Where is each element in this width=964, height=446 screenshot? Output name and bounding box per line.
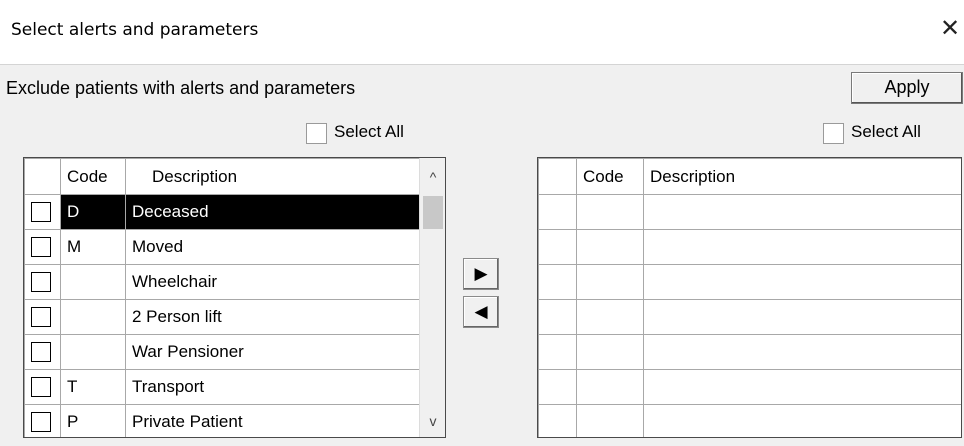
table-row[interactable] [538,229,961,265]
row-checkbox[interactable] [31,272,51,293]
row-code [60,334,126,370]
empty-cell [643,264,961,300]
table-row[interactable]: M Moved [24,229,421,265]
select-alerts-dialog: Select alerts and parameters ✕ Exclude p… [0,0,964,446]
row-checkbox[interactable] [31,202,51,223]
empty-cell [576,264,644,300]
left-header-description[interactable]: Description [125,158,421,195]
empty-cell [538,264,577,300]
right-header-row: Code Description [538,158,961,195]
row-checkbox[interactable] [31,307,51,328]
right-select-all-label: Select All [851,122,921,141]
empty-cell [576,334,644,370]
left-select-all[interactable]: Select All [306,121,430,147]
empty-cell [576,404,644,437]
row-description: War Pensioner [125,334,421,370]
row-code: P [60,404,126,437]
row-description: Deceased [125,194,421,230]
row-checkbox[interactable] [31,412,51,433]
row-code: M [60,229,126,265]
table-row[interactable]: Wheelchair [24,264,421,300]
row-checkbox-cell[interactable] [24,194,61,230]
row-description: Wheelchair [125,264,421,300]
empty-cell [576,299,644,335]
section-heading: Exclude patients with alerts and paramet… [6,78,356,98]
title-bar: Select alerts and parameters ✕ [0,0,964,65]
empty-cell [643,334,961,370]
table-row[interactable]: D Deceased [24,194,421,230]
table-row[interactable]: T Transport [24,369,421,405]
table-row[interactable] [538,369,961,405]
row-checkbox-cell[interactable] [24,299,61,335]
row-checkbox-cell[interactable] [24,334,61,370]
scroll-thumb[interactable] [423,196,443,229]
table-row[interactable]: P Private Patient [24,404,421,437]
table-row[interactable] [538,194,961,230]
table-row[interactable]: War Pensioner [24,334,421,370]
empty-cell [576,229,644,265]
scroll-down-icon[interactable]: v [420,410,445,432]
empty-cell [538,299,577,335]
left-vertical-scrollbar[interactable]: ^ v [419,158,445,437]
left-header-checkbox-col [24,158,61,195]
empty-cell [643,299,961,335]
window-title: Select alerts and parameters [11,20,259,40]
row-checkbox-cell[interactable] [24,264,61,300]
left-alerts-grid[interactable]: Code Description D Deceased M Moved Wheelcha… [23,157,446,438]
right-excluded-grid[interactable]: Code Description [537,157,962,438]
empty-cell [538,404,577,437]
empty-cell [538,334,577,370]
row-code: D [60,194,126,230]
apply-button[interactable]: Apply [851,72,963,104]
left-header-code[interactable]: Code [60,158,126,195]
right-header-code[interactable]: Code [576,158,644,195]
move-right-icon[interactable]: ▶ [463,258,499,290]
left-header-row: Code Description [24,158,421,195]
empty-cell [643,229,961,265]
left-alerts-table: Code Description D Deceased M Moved Wheelcha… [24,158,421,437]
row-checkbox[interactable] [31,342,51,363]
left-select-all-label: Select All [334,122,404,141]
right-header-checkbox-col [538,158,577,195]
empty-cell [576,369,644,405]
row-description: Private Patient [125,404,421,437]
row-checkbox[interactable] [31,377,51,398]
right-excluded-table: Code Description [538,158,961,437]
row-code: T [60,369,126,405]
table-row[interactable] [538,264,961,300]
table-row[interactable] [538,299,961,335]
row-code [60,299,126,335]
row-checkbox-cell[interactable] [24,229,61,265]
move-left-icon[interactable]: ◀ [463,296,499,328]
row-description: 2 Person lift [125,299,421,335]
row-code [60,264,126,300]
empty-cell [643,404,961,437]
empty-cell [538,194,577,230]
row-checkbox[interactable] [31,237,51,258]
empty-cell [576,194,644,230]
right-select-all-checkbox[interactable] [823,123,844,144]
empty-cell [643,194,961,230]
row-checkbox-cell[interactable] [24,369,61,405]
right-header-description[interactable]: Description [643,158,961,195]
close-icon[interactable]: ✕ [936,14,964,44]
row-checkbox-cell[interactable] [24,404,61,437]
table-row[interactable] [538,334,961,370]
empty-cell [538,229,577,265]
table-row[interactable] [538,404,961,437]
row-description: Moved [125,229,421,265]
row-description: Transport [125,369,421,405]
scroll-up-icon[interactable]: ^ [420,166,445,188]
empty-cell [643,369,961,405]
right-select-all[interactable]: Select All [823,121,947,147]
left-select-all-checkbox[interactable] [306,123,327,144]
table-row[interactable]: 2 Person lift [24,299,421,335]
empty-cell [538,369,577,405]
